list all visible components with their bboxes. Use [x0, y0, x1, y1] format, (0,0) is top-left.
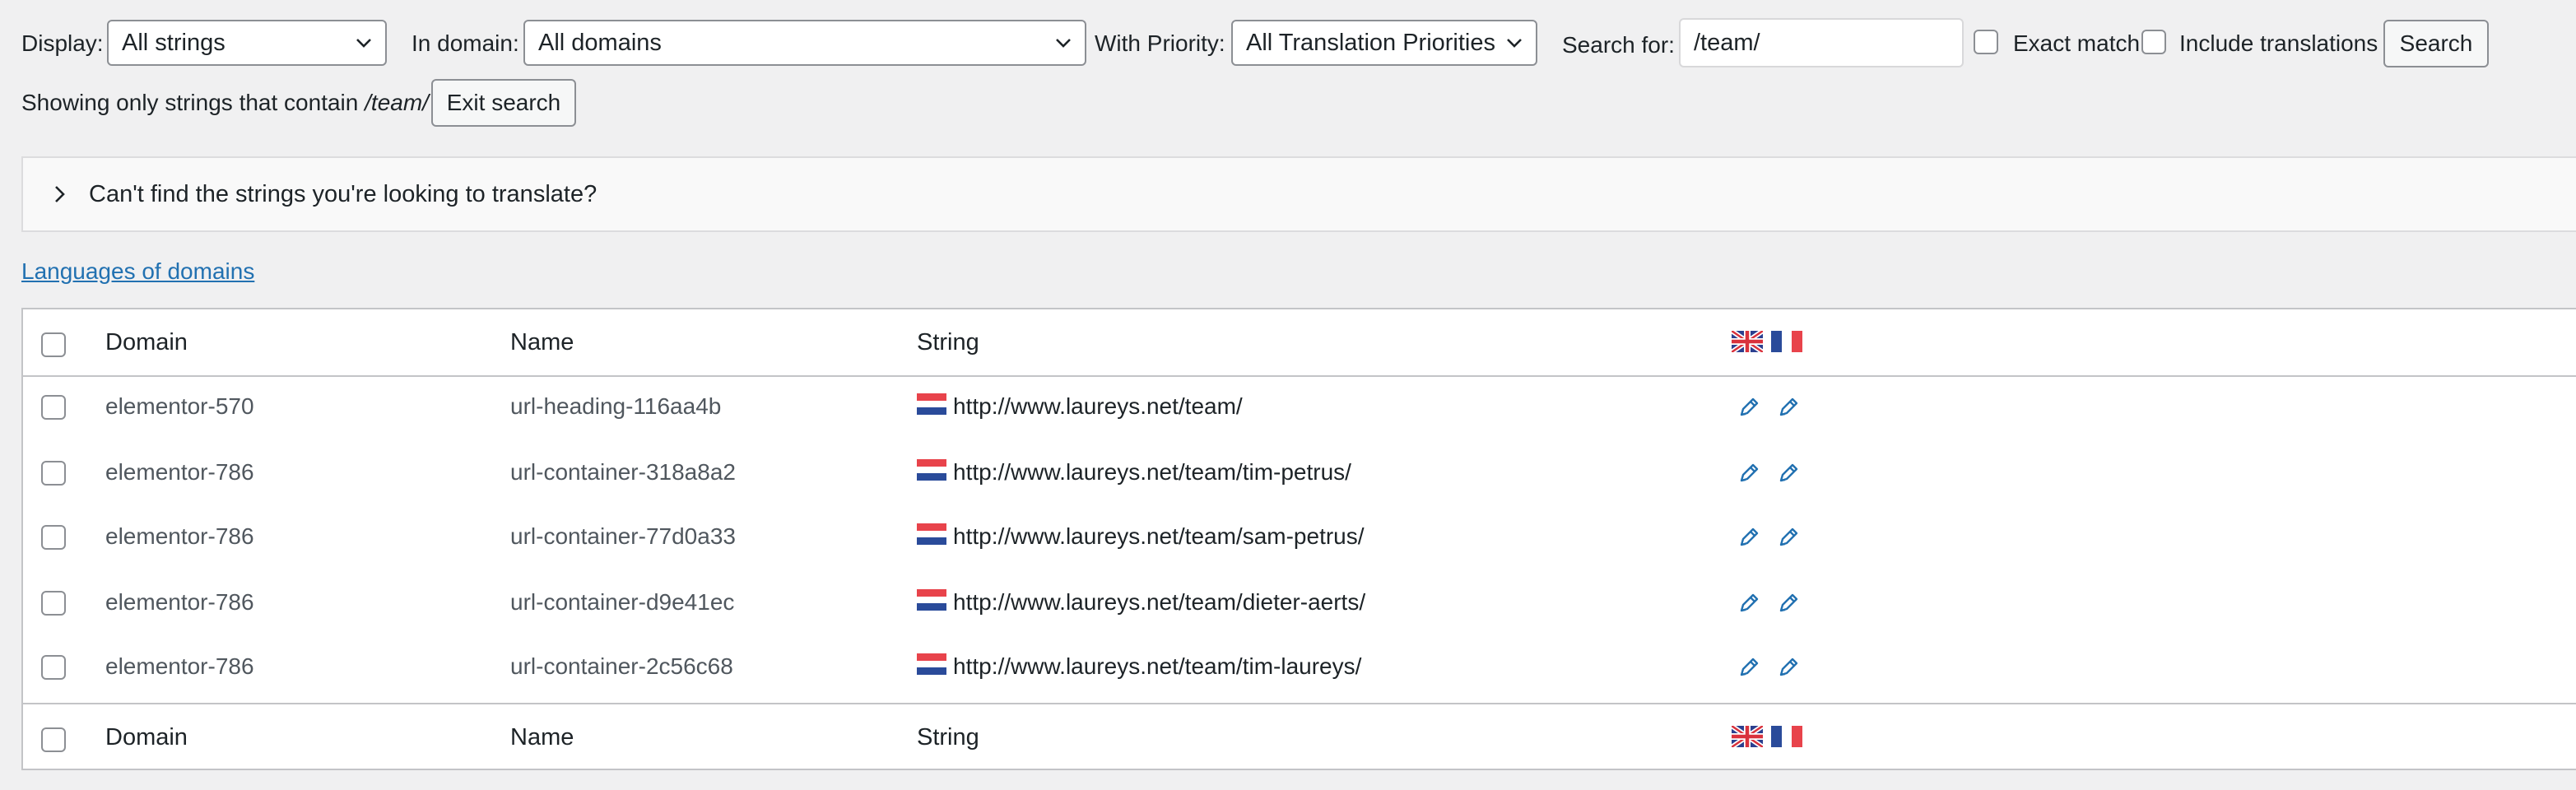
domain-select-value: All domains	[538, 30, 662, 56]
edit-french-translation-pencil-icon[interactable]	[1776, 395, 1801, 420]
row-name: url-container-d9e41ec	[510, 589, 735, 615]
column-header-string[interactable]: String	[917, 329, 979, 356]
french-flag-icon	[1771, 331, 1802, 352]
priority-select-value: All Translation Priorities	[1246, 30, 1495, 56]
dutch-flag-icon	[917, 459, 946, 481]
dutch-flag-icon	[917, 653, 946, 675]
exact-match-label: Exact match	[2013, 30, 2141, 56]
search-input-value: /team/	[1694, 30, 1760, 56]
row-string: http://www.laureys.net/team/dieter-aerts…	[953, 589, 1366, 615]
search-notice-term: /team/	[365, 90, 429, 115]
edit-english-translation-pencil-icon[interactable]	[1737, 395, 1761, 420]
display-select[interactable]: All strings	[107, 20, 387, 66]
select-all-checkbox-footer[interactable]	[41, 727, 66, 752]
priority-select[interactable]: All Translation Priorities	[1231, 20, 1537, 66]
column-footer-domain[interactable]: Domain	[105, 724, 188, 751]
row-checkbox[interactable]	[41, 395, 66, 420]
help-panel[interactable]: Can't find the strings you're looking to…	[21, 156, 2576, 232]
languages-of-domains-link[interactable]: Languages of domains	[21, 258, 254, 285]
row-checkbox[interactable]	[41, 591, 66, 616]
row-name: url-container-318a8a2	[510, 459, 736, 485]
chevron-down-icon	[1504, 33, 1524, 53]
column-header-name[interactable]: Name	[510, 329, 574, 356]
english-uk-flag-icon	[1732, 726, 1763, 747]
dutch-flag-icon	[917, 523, 946, 545]
edit-french-translation-pencil-icon[interactable]	[1776, 591, 1801, 616]
include-translations-label: Include translations	[2179, 30, 2378, 56]
row-checkbox[interactable]	[41, 655, 66, 680]
exact-match-checkbox[interactable]	[1974, 30, 1998, 54]
chevron-down-icon	[1053, 33, 1073, 53]
row-string: http://www.laureys.net/team/	[953, 393, 1243, 419]
search-input[interactable]: /team/	[1679, 18, 1964, 67]
row-domain: elementor-786	[105, 523, 254, 549]
row-string: http://www.laureys.net/team/tim-petrus/	[953, 459, 1351, 485]
column-footer-string[interactable]: String	[917, 724, 979, 751]
edit-english-translation-pencil-icon[interactable]	[1737, 461, 1761, 486]
footer-divider	[23, 703, 2576, 704]
row-checkbox[interactable]	[41, 525, 66, 550]
edit-english-translation-pencil-icon[interactable]	[1737, 655, 1761, 680]
french-flag-icon	[1771, 726, 1802, 747]
help-panel-text: Can't find the strings you're looking to…	[89, 181, 598, 207]
dutch-flag-icon	[917, 589, 946, 611]
dutch-flag-icon	[917, 393, 946, 415]
column-header-domain[interactable]: Domain	[105, 329, 188, 356]
chevron-down-icon	[354, 33, 374, 53]
row-domain: elementor-786	[105, 589, 254, 615]
edit-english-translation-pencil-icon[interactable]	[1737, 525, 1761, 550]
domain-label: In domain:	[412, 30, 519, 56]
row-checkbox[interactable]	[41, 461, 66, 486]
edit-french-translation-pencil-icon[interactable]	[1776, 655, 1801, 680]
edit-french-translation-pencil-icon[interactable]	[1776, 525, 1801, 550]
row-string: http://www.laureys.net/team/sam-petrus/	[953, 523, 1365, 549]
row-domain: elementor-786	[105, 653, 254, 679]
chevron-right-icon	[55, 186, 65, 202]
search-button[interactable]: Search	[2383, 20, 2489, 67]
row-name: url-container-77d0a33	[510, 523, 736, 549]
row-string: http://www.laureys.net/team/tim-laureys/	[953, 653, 1362, 679]
domain-select[interactable]: All domains	[523, 20, 1086, 66]
row-name: url-container-2c56c68	[510, 653, 733, 679]
priority-label: With Priority:	[1095, 30, 1225, 56]
english-uk-flag-icon	[1732, 331, 1763, 352]
row-domain: elementor-786	[105, 459, 254, 485]
edit-french-translation-pencil-icon[interactable]	[1776, 461, 1801, 486]
display-label: Display:	[21, 30, 104, 56]
include-translations-checkbox[interactable]	[2141, 30, 2166, 54]
search-notice: Showing only strings that contain /team/	[21, 89, 429, 117]
row-name: url-heading-116aa4b	[510, 393, 722, 419]
search-notice-prefix: Showing only strings that contain	[21, 90, 359, 115]
search-label: Search for:	[1562, 32, 1675, 58]
edit-english-translation-pencil-icon[interactable]	[1737, 591, 1761, 616]
strings-table: Domain Name String elementor-570 url-hea…	[21, 308, 2576, 770]
select-all-checkbox[interactable]	[41, 332, 66, 357]
row-domain: elementor-570	[105, 393, 254, 419]
display-select-value: All strings	[122, 30, 226, 56]
header-divider	[23, 375, 2576, 377]
column-footer-name[interactable]: Name	[510, 724, 574, 751]
exit-search-button[interactable]: Exit search	[431, 79, 576, 127]
